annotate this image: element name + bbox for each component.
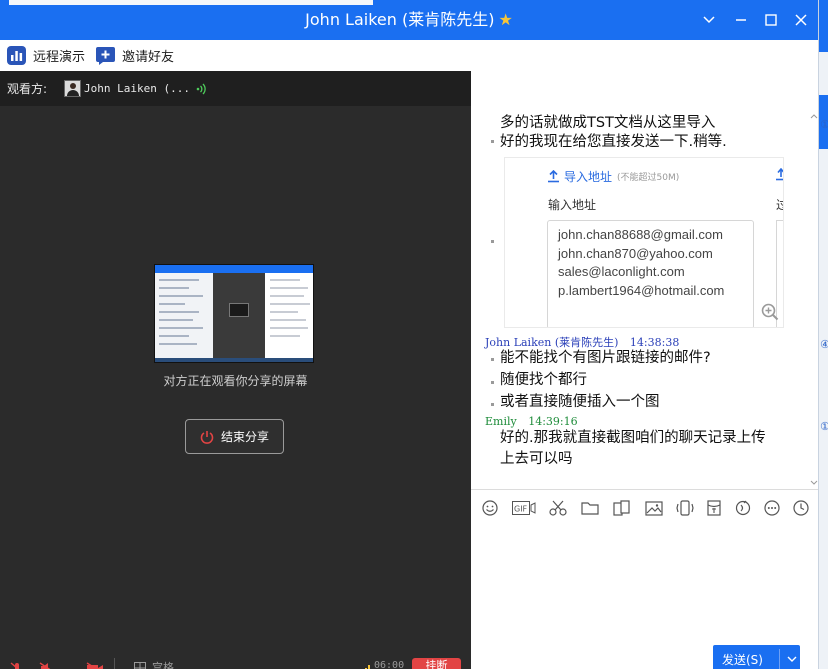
message-bullet [491,240,494,243]
chat-message: 好的我现在给您直接发送一下.稍等. [500,134,727,150]
email-address: john.chan88688@gmail.com [558,227,723,242]
chat-message: 随便找个都行 [500,372,587,388]
presentation-icon [6,45,27,66]
background-app-strip: ① ④ ① [818,0,828,669]
upload-label: 导入地址 [564,170,613,184]
background-window-sliver [9,0,373,5]
signal-bars-icon [362,660,372,669]
toolbar: 远程演示 邀请好友 [0,40,818,71]
grid-label[interactable]: 宫格 [152,659,174,669]
grid-icon[interactable] [134,659,146,669]
title-bar: John Laiken (莱肯陈先生) ★ [0,0,818,40]
viewer-label: 观看方: [7,82,48,96]
label-fragment: 过 [776,196,783,213]
end-share-label: 结束分享 [220,430,269,444]
folder-icon[interactable] [580,498,600,518]
message-input[interactable] [471,522,818,642]
window-title-text: John Laiken (莱肯陈先生) [305,10,495,29]
message-time: 14:39:16 [528,415,578,428]
maximize-icon [765,14,777,26]
signal-icon [196,83,208,95]
chevron-down-icon [787,656,796,662]
chevron-down-icon [703,16,715,24]
input-toolbar: GIF [471,496,818,520]
email-address: sales@laconlight.com [558,264,685,279]
end-share-button[interactable]: 结束分享 [185,419,284,454]
chat-scrollbar[interactable] [810,113,818,488]
email-address: p.lambert1964@hotmail.com [558,282,725,298]
email-address: john.chan870@yahoo.com [558,245,713,261]
send-split-divider [779,649,780,669]
svg-text:GIF: GIF [514,505,528,514]
chat-message: 多的话就做成TST文档从这里导入 [500,115,716,131]
star-icon: ★ [498,10,513,29]
scissors-icon[interactable] [548,498,568,518]
remote-demo-label: 远程演示 [33,50,86,65]
address-box: john.chan88688@gmail.com john.chan870@ya… [547,220,754,327]
chat-message: 好的.那我就直接截图咱们的聊天记录上传 [500,430,766,446]
hangup-button[interactable]: 挂断 [412,658,461,669]
add-friend-icon [95,45,116,66]
message-bullet [491,358,494,361]
maximize-button[interactable] [759,8,783,32]
chat-image-attachment[interactable]: 导入地址 (不能超过50M) 输入地址 john.chan88688@gmail… [504,157,784,328]
send-options-button[interactable] [783,645,800,669]
background-app-header [819,0,828,52]
call-controls-bar: 宫格 06:00 挂断 [0,656,471,669]
chat-window: John Laiken (莱肯陈先生) ★ ① ④ ① 远程演示 邀请好友 观看… [0,0,828,669]
mute-mic-icon[interactable] [10,659,24,669]
voice-icon[interactable] [733,498,753,518]
sender-name: Emily [485,415,517,428]
gif-icon[interactable]: GIF [511,498,537,518]
mute-speaker-icon[interactable] [39,659,57,669]
background-app-glyph: ① [820,118,828,131]
invite-friends-button[interactable]: 邀请好友 [95,45,174,66]
close-button[interactable] [789,8,813,32]
history-icon[interactable] [791,498,811,518]
power-icon [200,430,214,444]
more-icon[interactable] [762,498,782,518]
document-icon[interactable] [612,498,632,518]
viewer-name: John Laiken (... [84,82,191,95]
background-app-glyph: ④ [820,338,828,351]
call-timer: 06:00 [374,660,405,669]
camera-off-icon[interactable] [86,659,104,669]
minimize-icon [736,19,746,21]
screen-share-panel: 观看方: John Laiken (... 对方正在观看你分享的屏幕 结束分享 … [0,71,471,669]
chat-history: 多的话就做成TST文档从这里导入 好的我现在给您直接发送一下.稍等. 导入地址 … [471,71,818,489]
avatar [64,80,82,97]
upload-hint: (不能超过50M) [617,173,680,183]
red-envelope-icon[interactable] [704,498,724,518]
upload-link: 导入地址 (不能超过50M) [547,168,679,185]
emoji-icon[interactable] [480,498,500,518]
minimize-button[interactable] [729,8,753,32]
window-title: John Laiken (莱肯陈先生) ★ [0,8,818,32]
send-label: 发送(S) [722,652,763,667]
upload-icon-fragment [776,167,783,184]
background-app-glyph: ① [820,420,828,433]
dropdown-button[interactable] [697,8,721,32]
invite-friends-label: 邀请好友 [122,50,175,65]
close-icon [795,14,807,26]
chat-message: 或者直接随便插入一个图 [500,394,660,410]
message-sender: Emily 14:39:16 [485,415,578,428]
viewer-bar: 观看方: John Laiken (... [0,71,471,106]
send-button[interactable]: 发送(S) [713,645,800,669]
message-bullet [491,381,494,384]
address-field-label: 输入地址 [548,198,597,212]
message-bullet [491,140,494,143]
separator [114,656,116,669]
share-caption: 对方正在观看你分享的屏幕 [163,374,308,388]
zoom-in-icon[interactable] [761,303,779,321]
chat-divider [471,489,818,490]
upload-icon [548,170,559,183]
shared-screen-preview [154,264,314,363]
message-bullet [491,403,494,406]
remote-demo-button[interactable]: 远程演示 [6,45,85,66]
chat-message: 上去可以吗 [500,451,573,467]
chat-message: 能不能找个有图片跟链接的邮件? [500,350,711,366]
shake-icon[interactable] [675,498,695,518]
image-icon[interactable] [644,498,664,518]
